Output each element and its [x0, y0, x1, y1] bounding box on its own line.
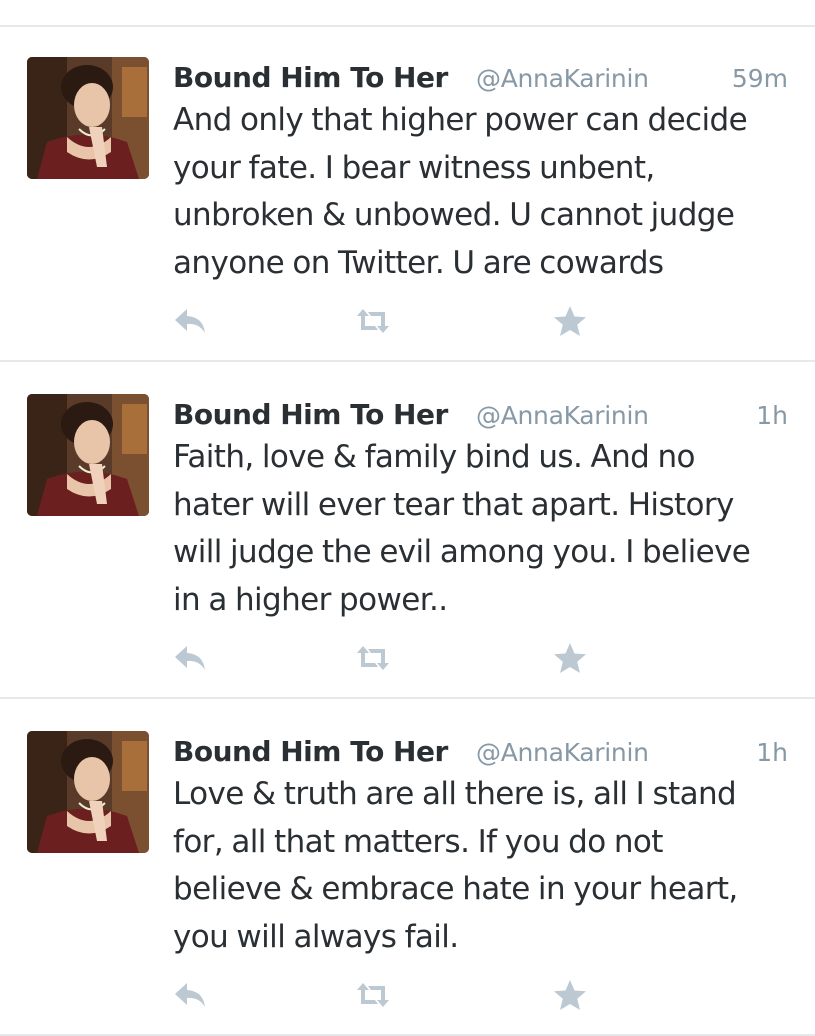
tweet[interactable]: Bound Him To Her @AnnaKarinin 59m And on…: [0, 27, 815, 362]
tweet-text: Love & truth are all there is, all I sta…: [173, 771, 798, 961]
tweet-header: Bound Him To Her @AnnaKarinin 59m: [173, 57, 788, 99]
avatar-photo: [27, 731, 149, 853]
reply-button[interactable]: [170, 303, 210, 339]
avatar-photo: [27, 57, 149, 179]
tweet-text-line: unbroken & unbowed. U cannot judge: [173, 197, 735, 233]
favorite-button[interactable]: [550, 977, 590, 1013]
tweet-text-line: hater will ever tear that apart. History: [173, 486, 734, 523]
favorite-star-icon: [554, 980, 586, 1010]
tweet-actions: [170, 640, 600, 676]
favorite-star-icon: [554, 643, 586, 673]
display-name[interactable]: Bound Him To Her: [173, 57, 448, 99]
reply-button[interactable]: [170, 977, 210, 1013]
avatar[interactable]: [27, 394, 149, 516]
tweet-text-line: you will always fail.: [173, 918, 459, 955]
tweet-text-line: your fate. I bear witness unbent,: [173, 149, 655, 186]
favorite-star-icon: [554, 306, 586, 336]
retweet-icon: [357, 309, 389, 333]
reply-icon: [175, 646, 205, 670]
reply-button[interactable]: [170, 640, 210, 676]
avatar-photo: [27, 394, 149, 516]
timestamp[interactable]: 1h: [756, 394, 788, 438]
tweet[interactable]: Bound Him To Her @AnnaKarinin 1h Faith, …: [0, 364, 815, 699]
timestamp[interactable]: 59m: [732, 57, 788, 101]
favorite-button[interactable]: [550, 303, 590, 339]
retweet-button[interactable]: [353, 303, 393, 339]
tweet-text: And only that higher power can decide yo…: [173, 97, 798, 287]
reply-icon: [175, 309, 205, 333]
retweet-icon: [357, 646, 389, 670]
timestamp[interactable]: 1h: [756, 731, 788, 775]
retweet-button[interactable]: [353, 977, 393, 1013]
tweet-text-line: Faith, love & family bind us. And no: [173, 439, 696, 475]
tweet[interactable]: Bound Him To Her @AnnaKarinin 1h Love & …: [0, 701, 815, 1036]
user-handle[interactable]: @AnnaKarinin: [476, 394, 649, 438]
avatar[interactable]: [27, 731, 149, 853]
tweet-text-line: believe & embrace hate in your heart,: [173, 871, 738, 907]
display-name[interactable]: Bound Him To Her: [173, 731, 448, 773]
tweet-text-line: for, all that matters. If you do not: [173, 823, 663, 860]
tweet-actions: [170, 303, 600, 339]
user-handle[interactable]: @AnnaKarinin: [476, 57, 649, 101]
tweet-text-line: Love & truth are all there is, all I sta…: [173, 776, 737, 812]
user-handle[interactable]: @AnnaKarinin: [476, 731, 649, 775]
tweet-text: Faith, love & family bind us. And no hat…: [173, 434, 798, 624]
tweet-header: Bound Him To Her @AnnaKarinin 1h: [173, 731, 788, 773]
tweet-actions: [170, 977, 600, 1013]
tweet-text-line: anyone on Twitter. U are cowards: [173, 244, 664, 281]
tweet-text-line: in a higher power..: [173, 581, 448, 618]
tweet-text-line: And only that higher power can decide: [173, 102, 748, 138]
divider: [0, 360, 815, 362]
avatar[interactable]: [27, 57, 149, 179]
retweet-icon: [357, 983, 389, 1007]
tweet-header: Bound Him To Her @AnnaKarinin 1h: [173, 394, 788, 436]
tweet-text-line: will judge the evil among you. I believe: [173, 534, 751, 570]
display-name[interactable]: Bound Him To Her: [173, 394, 448, 436]
divider: [0, 697, 815, 699]
retweet-button[interactable]: [353, 640, 393, 676]
reply-icon: [175, 983, 205, 1007]
favorite-button[interactable]: [550, 640, 590, 676]
